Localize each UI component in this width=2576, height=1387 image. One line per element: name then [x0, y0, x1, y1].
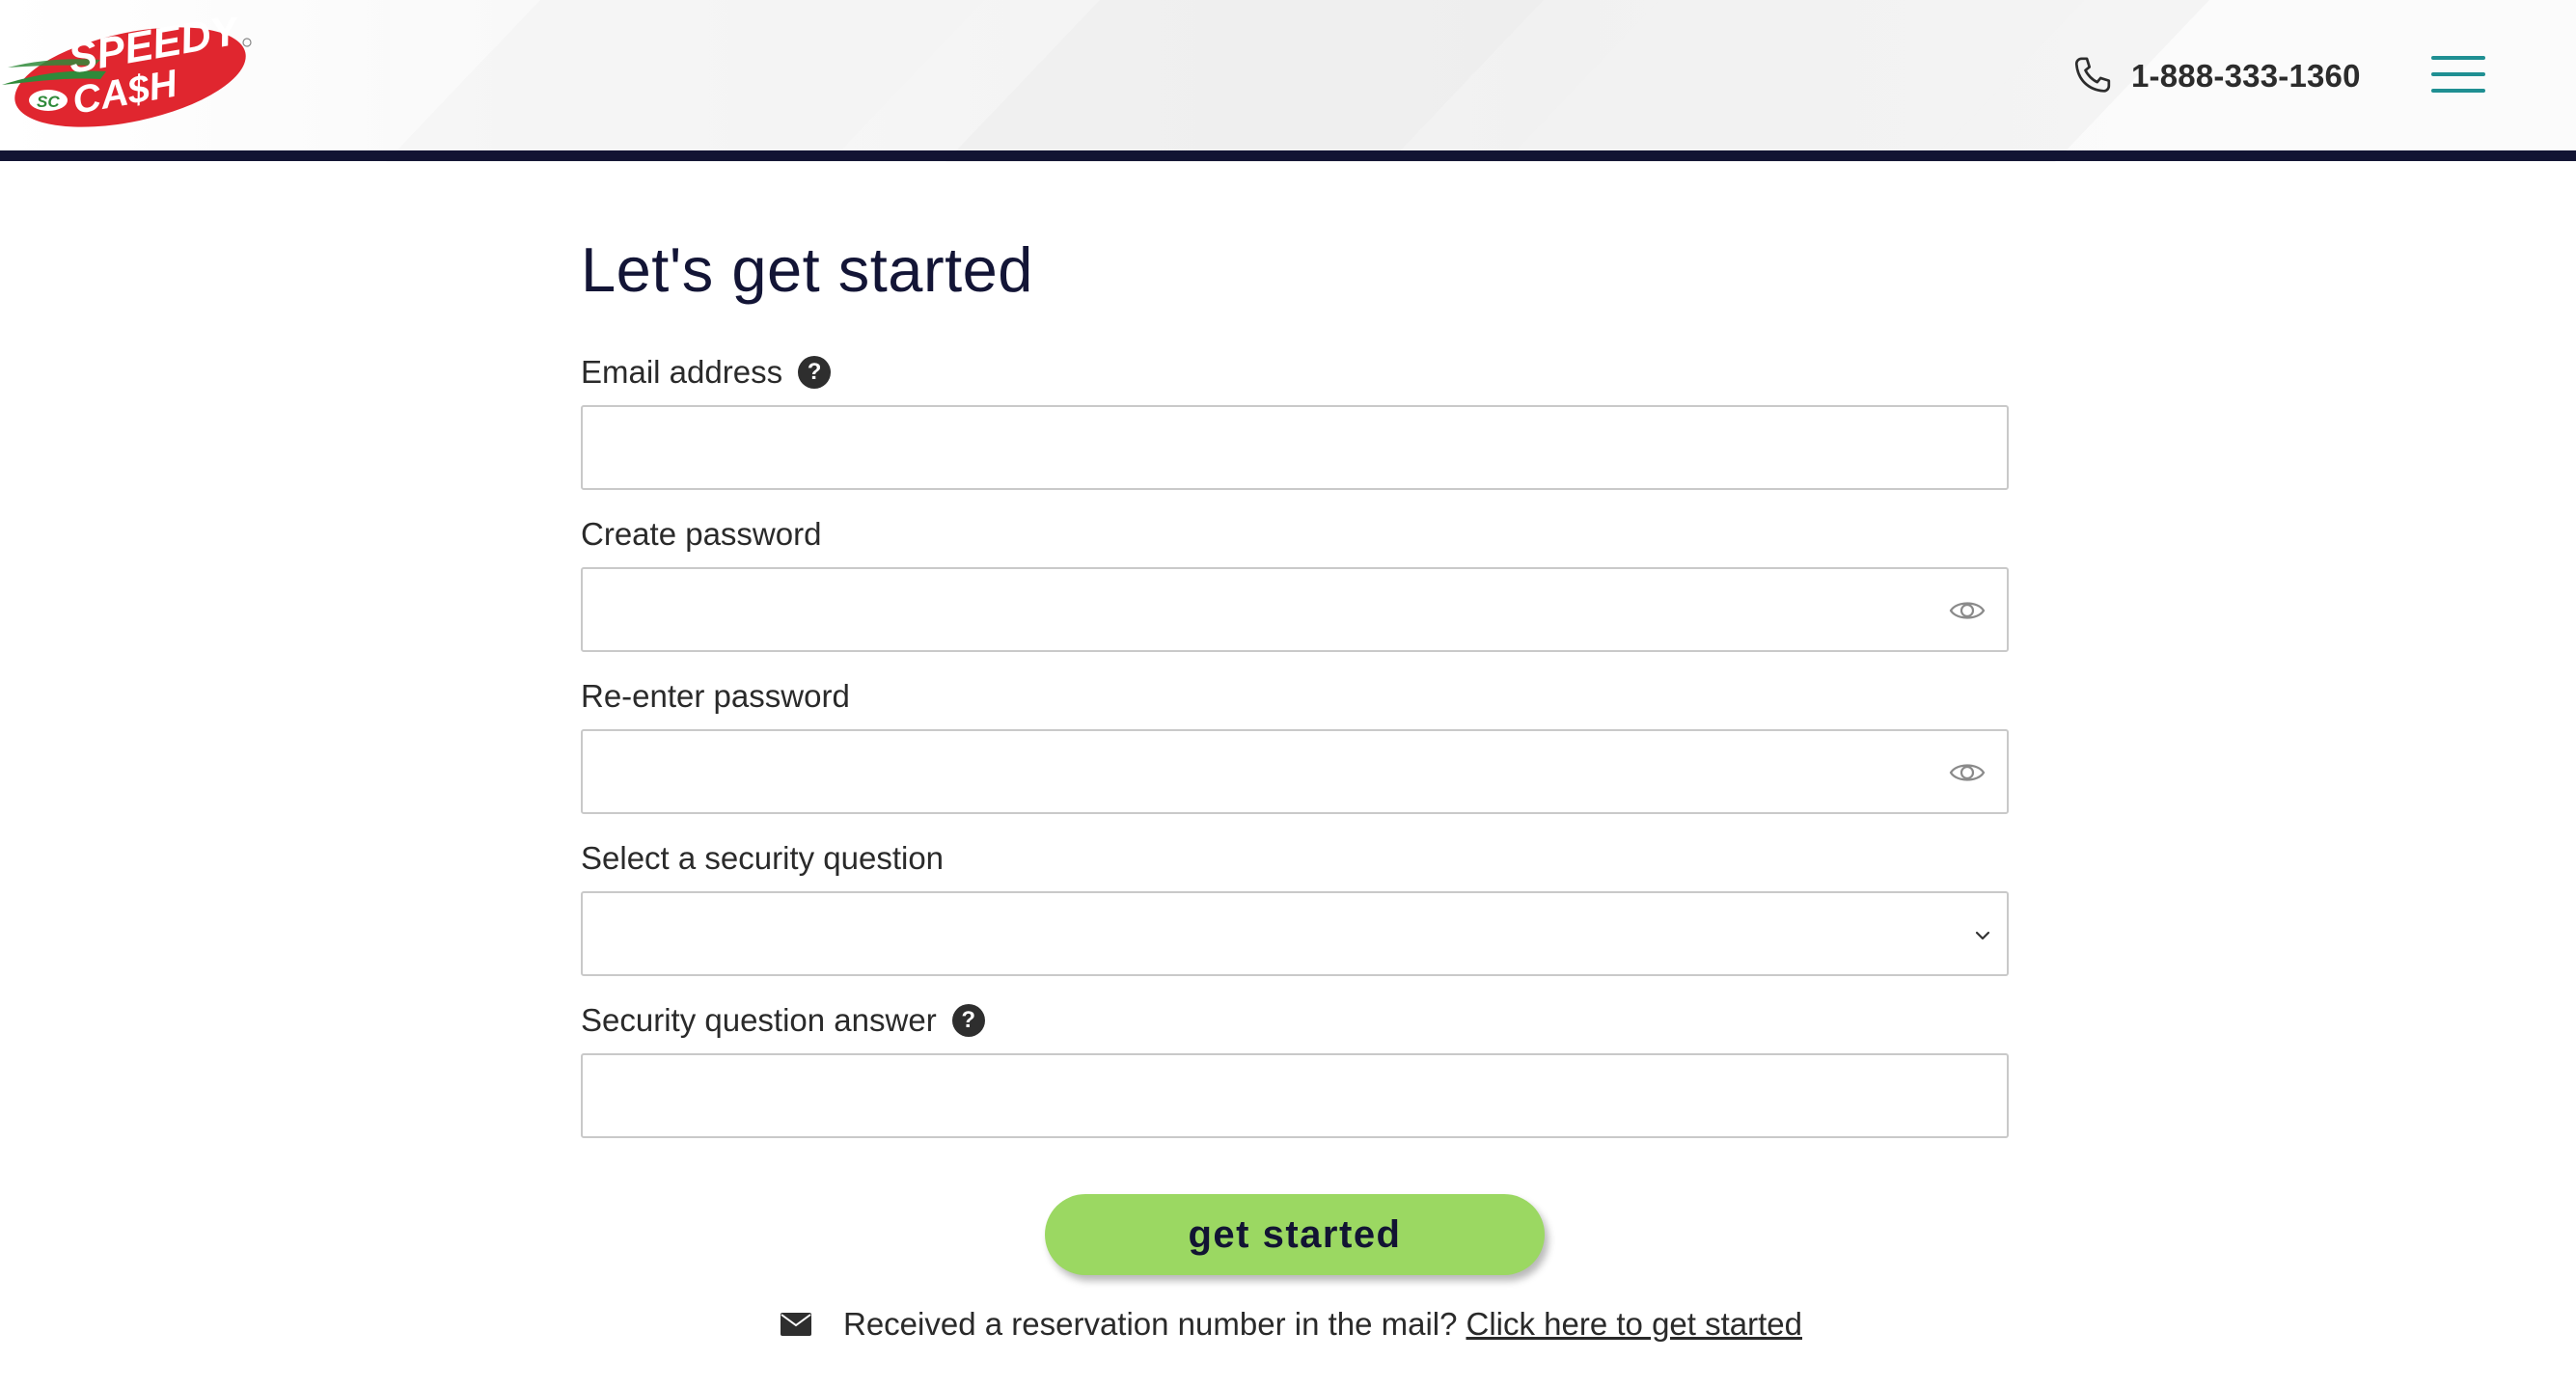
- reservation-link[interactable]: Click here to get started: [1466, 1306, 1803, 1343]
- security-question-field-group: Select a security question: [581, 837, 2009, 976]
- show-reenter-password-eye-icon[interactable]: [1949, 756, 1986, 789]
- reenter-password-input-box: [581, 729, 2009, 814]
- chevron-down-icon[interactable]: [1972, 925, 1993, 946]
- menu-line: [2431, 72, 2485, 76]
- email-label-row: Email address ?: [581, 351, 2009, 394]
- security-answer-label: Security question answer: [581, 1002, 937, 1038]
- reservation-row: Received a reservation number in the mai…: [780, 1301, 1802, 1347]
- security-answer-input[interactable]: [583, 1055, 2007, 1136]
- phone-contact[interactable]: 1-888-333-1360: [2069, 50, 2361, 102]
- password-field-group: Create password: [581, 513, 2009, 652]
- menu-line: [2431, 89, 2485, 93]
- email-field-group: Email address ?: [581, 351, 2009, 490]
- security-answer-label-row: Security question answer ?: [581, 999, 2009, 1042]
- get-started-button[interactable]: get started: [1045, 1194, 1545, 1275]
- password-label: Create password: [581, 516, 822, 552]
- password-input[interactable]: [583, 569, 2007, 650]
- help-icon[interactable]: ?: [798, 356, 832, 389]
- email-input[interactable]: [583, 407, 2007, 488]
- security-answer-input-box: [581, 1053, 2009, 1138]
- reenter-password-label-row: Re-enter password: [581, 675, 2009, 718]
- email-label: Email address: [581, 354, 783, 390]
- reenter-password-field-group: Re-enter password: [581, 675, 2009, 814]
- show-password-eye-icon[interactable]: [1949, 594, 1986, 627]
- header-divider-bar: [0, 150, 2576, 161]
- security-question-label-row: Select a security question: [581, 837, 2009, 880]
- page-title: Let's get started: [581, 234, 1033, 305]
- security-question-select[interactable]: [581, 891, 2009, 976]
- logo-badge: SC: [37, 93, 60, 111]
- signup-form: Let's get started Email address ? Create…: [581, 231, 2009, 1138]
- password-input-box: [581, 567, 2009, 652]
- reenter-password-label: Re-enter password: [581, 678, 850, 714]
- help-icon[interactable]: ?: [951, 1004, 985, 1037]
- security-answer-field-group: Security question answer ?: [581, 999, 2009, 1138]
- email-input-box: [581, 405, 2009, 490]
- menu-line: [2431, 56, 2485, 60]
- envelope-icon: [781, 1313, 811, 1336]
- phone-icon: [2074, 57, 2111, 93]
- phone-number[interactable]: 1-888-333-1360: [2131, 58, 2361, 95]
- password-label-row: Create password: [581, 513, 2009, 556]
- security-question-label: Select a security question: [581, 840, 945, 876]
- reenter-password-input[interactable]: [583, 731, 2007, 812]
- speedy-cash-logo[interactable]: SPEEDY CA$H SC: [0, 17, 256, 133]
- site-header: SPEEDY CA$H SC 1-888-333-1360: [0, 0, 2576, 162]
- hamburger-menu-icon[interactable]: [2425, 50, 2489, 98]
- reservation-text: Received a reservation number in the mai…: [843, 1306, 1458, 1342]
